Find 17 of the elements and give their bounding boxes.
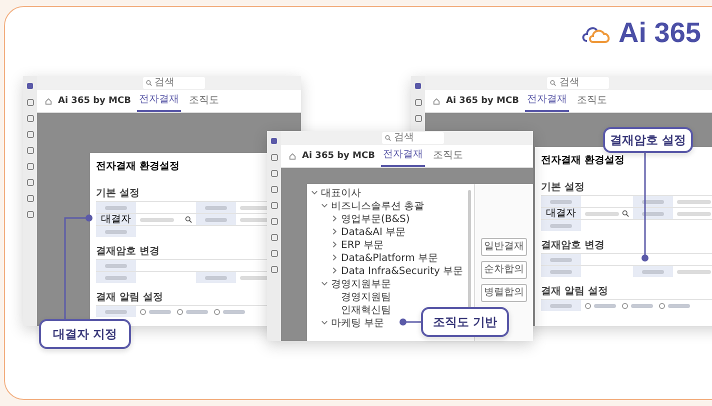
callout-label: 조직도 기반 xyxy=(421,307,509,337)
dialog-title: 전자결재 환경설정 xyxy=(541,154,624,168)
section-title: 기본 설정 xyxy=(96,187,140,201)
section-title: 결재암호 변경 xyxy=(96,245,160,259)
field-label: 대결자 xyxy=(541,208,581,219)
callout-label: 결재암호 설정 xyxy=(603,127,693,153)
field-label: 대결자 xyxy=(96,214,136,225)
section-title: 결재암호 변경 xyxy=(541,239,604,253)
callout-label: 대결자 지정 xyxy=(39,319,131,349)
section-title: 기본 설정 xyxy=(541,181,584,195)
brand-logo: Ai 365 xyxy=(618,17,701,49)
app-title: Ai 365 by MCB xyxy=(58,96,131,106)
app-title: Ai 365 by MCB xyxy=(302,151,375,161)
dialog-title: 전자결재 환경설정 xyxy=(96,160,180,174)
section-title: 결재 알림 설정 xyxy=(541,285,608,299)
section-title: 결재 알림 설정 xyxy=(96,291,163,305)
app-title: Ai 365 by MCB xyxy=(446,96,519,106)
